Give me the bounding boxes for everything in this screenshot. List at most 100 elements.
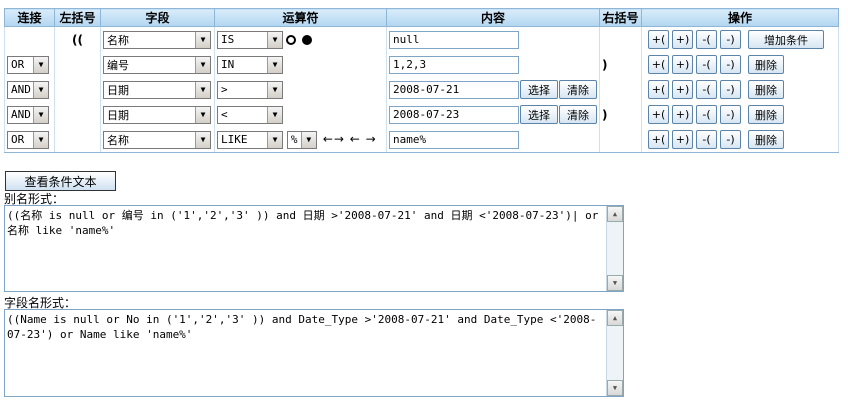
actions-cell: +(+) -(-) 增加条件 (641, 26, 839, 52)
header-field: 字段 (100, 8, 215, 27)
right-paren-cell (599, 127, 642, 153)
header-right-paren: 右括号 (599, 8, 642, 27)
paren-button-0[interactable]: +( (648, 105, 669, 124)
chevron-down-icon[interactable]: ▼ (33, 81, 48, 98)
chevron-down-icon[interactable]: ▼ (195, 81, 210, 98)
operator-select[interactable]: IN ▼ (217, 55, 283, 74)
alias-scrollbar[interactable]: ▲ ▼ (606, 206, 623, 291)
paren-button-1[interactable]: +) (672, 105, 693, 124)
content-input[interactable]: null (389, 30, 519, 49)
field-cell: 名称 ▼ (100, 26, 215, 52)
chevron-down-icon[interactable]: ▼ (267, 31, 282, 48)
field-select[interactable]: 名称 ▼ (103, 130, 211, 149)
right-paren-cell: ) (599, 102, 642, 127)
content-input[interactable]: 1,2,3 (389, 55, 519, 74)
field-cell: 编号 ▼ (100, 52, 215, 77)
paren-button-1[interactable]: +) (672, 80, 693, 99)
radio-empty-icon[interactable] (286, 34, 296, 45)
content-input[interactable]: name% (389, 130, 519, 149)
chevron-down-icon[interactable]: ▼ (195, 106, 210, 123)
actions-cell: +(+) -(-) 删除 (641, 127, 839, 153)
paren-button-1[interactable]: +) (672, 30, 693, 49)
scroll-down-icon[interactable]: ▼ (607, 275, 623, 291)
left-paren-cell (54, 52, 101, 77)
alias-textarea[interactable]: ((名称 is null or 编号 in ('1','2','3' )) an… (4, 205, 624, 292)
operator-select[interactable]: > ▼ (217, 80, 283, 99)
content-cell: 2008-07-23 选择 清除 (386, 102, 600, 127)
chevron-down-icon[interactable]: ▼ (33, 106, 48, 123)
paren-button-3[interactable]: -) (720, 130, 741, 149)
paren-button-2[interactable]: -( (696, 55, 717, 74)
connect-select[interactable]: OR ▼ (7, 130, 49, 149)
chevron-down-icon[interactable]: ▼ (195, 56, 210, 73)
scroll-up-icon[interactable]: ▲ (607, 310, 623, 326)
wildcard-select[interactable]: % ▼ (286, 130, 317, 149)
chevron-down-icon[interactable]: ▼ (195, 131, 210, 148)
paren-button-3[interactable]: -) (720, 105, 741, 124)
view-condition-text-button[interactable]: 查看条件文本 (5, 171, 116, 191)
paren-button-3[interactable]: -) (720, 80, 741, 99)
paren-button-2[interactable]: -( (696, 130, 717, 149)
field-select[interactable]: 编号 ▼ (103, 55, 211, 74)
chevron-down-icon[interactable]: ▼ (33, 131, 48, 148)
paren-button-3[interactable]: -) (720, 30, 741, 49)
paren-button-2[interactable]: -( (696, 105, 717, 124)
scroll-down-icon[interactable]: ▼ (607, 380, 623, 396)
paren-button-1[interactable]: +) (672, 55, 693, 74)
paren-button-0[interactable]: +( (648, 80, 669, 99)
actions-cell: +(+) -(-) 删除 (641, 52, 839, 77)
paren-button-0[interactable]: +( (648, 130, 669, 149)
condition-grid: 连接 左括号 字段 运算符 内容 右括号 操作 (( 名称 ▼ IS ▼ null… (4, 8, 839, 153)
operator-select[interactable]: < ▼ (217, 105, 283, 124)
paren-button-2[interactable]: -( (696, 30, 717, 49)
operator-select[interactable]: IS ▼ (217, 30, 283, 49)
field-name-text: ((Name is null or No in ('1','2','3' )) … (7, 313, 597, 341)
clear-button[interactable]: 清除 (559, 105, 597, 124)
content-cell: 1,2,3 (386, 52, 600, 77)
content-input[interactable]: 2008-07-21 (389, 80, 519, 99)
paren-button-0[interactable]: +( (648, 30, 669, 49)
chevron-down-icon[interactable]: ▼ (267, 131, 282, 148)
field-select[interactable]: 名称 ▼ (103, 30, 211, 49)
paren-button-2[interactable]: -( (696, 80, 717, 99)
connect-select[interactable]: AND ▼ (7, 80, 49, 99)
field-select[interactable]: 日期 ▼ (103, 80, 211, 99)
chevron-down-icon[interactable]: ▼ (33, 56, 48, 73)
field-name-scrollbar[interactable]: ▲ ▼ (606, 310, 623, 396)
delete-button[interactable]: 删除 (748, 55, 784, 74)
chevron-down-icon[interactable]: ▼ (195, 31, 210, 48)
operator-cell: IS ▼ (214, 26, 387, 52)
content-cell: name% (386, 127, 600, 153)
radio-filled-icon[interactable] (302, 34, 312, 45)
chevron-down-icon[interactable]: ▼ (267, 81, 282, 98)
select-button[interactable]: 选择 (520, 80, 558, 99)
chevron-down-icon[interactable]: ▼ (300, 131, 316, 148)
field-select[interactable]: 日期 ▼ (103, 105, 211, 124)
field-name-textarea[interactable]: ((Name is null or No in ('1','2','3' )) … (4, 309, 624, 397)
alias-text: ((名称 is null or 编号 in ('1','2','3' )) an… (7, 209, 605, 237)
delete-button[interactable]: 删除 (748, 105, 784, 124)
operator-select[interactable]: LIKE ▼ (217, 130, 283, 149)
delete-button[interactable]: 删除 (748, 130, 784, 149)
header-left-paren: 左括号 (54, 8, 101, 27)
chevron-down-icon[interactable]: ▼ (267, 106, 282, 123)
condition-row: AND ▼ 日期 ▼ < ▼ 2008-07-23 选择 清除) +(+) -(-) 删除 (4, 102, 839, 127)
select-button[interactable]: 选择 (520, 105, 558, 124)
actions-cell: +(+) -(-) 删除 (641, 77, 839, 102)
content-input[interactable]: 2008-07-23 (389, 105, 519, 124)
add-condition-button[interactable]: 增加条件 (748, 30, 824, 49)
right-paren-cell (599, 26, 642, 52)
scroll-up-icon[interactable]: ▲ (607, 206, 623, 222)
clear-button[interactable]: 清除 (559, 80, 597, 99)
left-paren-cell (54, 77, 101, 102)
paren-button-3[interactable]: -) (720, 55, 741, 74)
paren-button-0[interactable]: +( (648, 55, 669, 74)
connect-select[interactable]: AND ▼ (7, 105, 49, 124)
connect-select[interactable]: OR ▼ (7, 55, 49, 74)
right-paren-cell (599, 77, 642, 102)
chevron-down-icon[interactable]: ▼ (267, 56, 282, 73)
field-cell: 日期 ▼ (100, 77, 215, 102)
operator-cell: < ▼ (214, 102, 387, 127)
delete-button[interactable]: 删除 (748, 80, 784, 99)
paren-button-1[interactable]: +) (672, 130, 693, 149)
